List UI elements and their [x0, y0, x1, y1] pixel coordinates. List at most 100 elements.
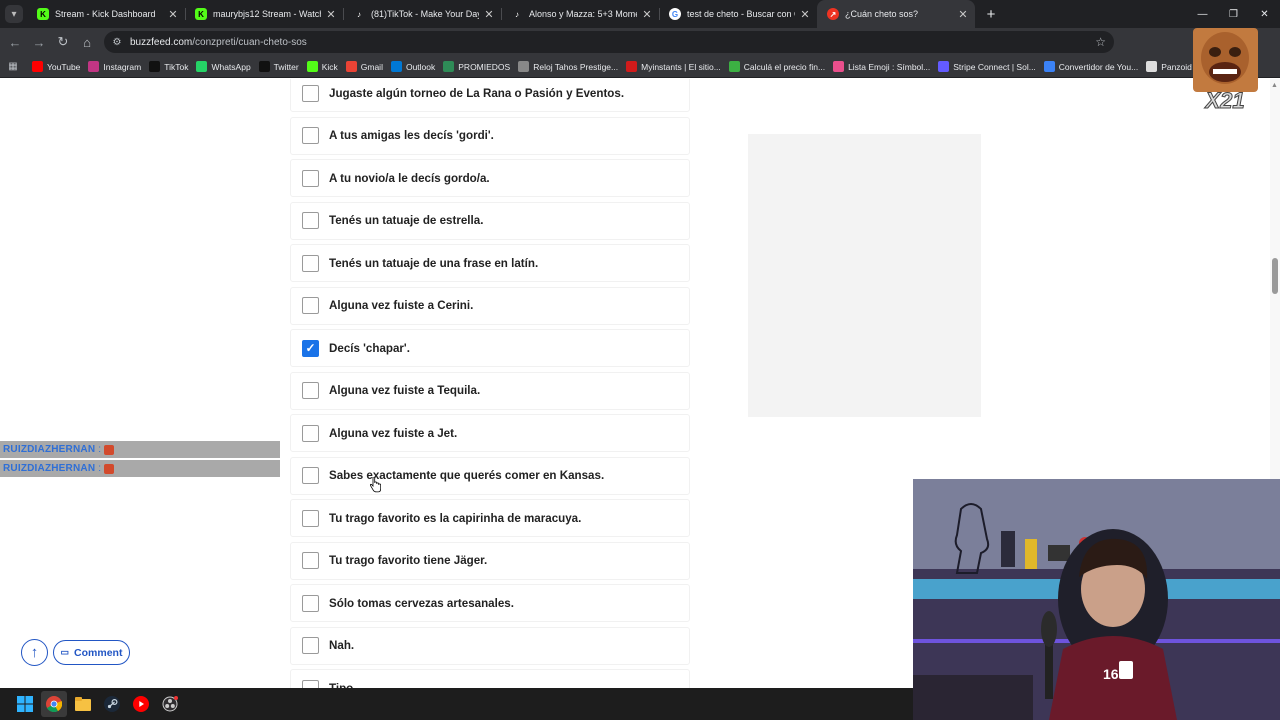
chat-message: RUIZDIAZHERNAN: — [0, 460, 280, 477]
bookmark-item[interactable]: WhatsApp — [196, 61, 251, 72]
quiz-option[interactable]: Nah. — [290, 626, 690, 665]
bookmark-item[interactable]: Gmail — [345, 61, 383, 72]
instagram-icon — [88, 61, 100, 72]
quiz-option[interactable]: Tenés un tatuaje de una frase en latín. — [290, 244, 690, 282]
browser-tab[interactable]: ↗ ¿Cuán cheto sos? ✕ — [817, 0, 975, 28]
tab-title: Alonso y Mazza: 5+3 Momentos — [529, 9, 637, 19]
bookmark-item[interactable]: Panzoid — [1146, 61, 1192, 72]
tiktok-icon: ♪ — [357, 9, 361, 19]
browser-tab[interactable]: ♪ (81)TikTok - Make Your Day ✕ — [343, 0, 501, 28]
bookmark-item[interactable]: Outlook — [390, 61, 436, 72]
close-tab-icon[interactable]: ✕ — [325, 8, 337, 21]
quiz-option[interactable]: Tenés un tatuaje de estrella. — [290, 201, 690, 240]
quiz-option[interactable]: A tu novio/a le decís gordo/a. — [290, 159, 690, 197]
window-controls: — ❐ ✕ — [1187, 0, 1280, 28]
bookmark-item[interactable]: Twitter — [258, 61, 299, 72]
checkbox[interactable] — [302, 297, 319, 314]
browser-tab[interactable]: K Stream - Kick Dashboard ✕ — [27, 0, 185, 28]
url-path: /conzpreti/cuan-cheto-sos — [192, 36, 307, 48]
bookmark-item[interactable]: Stripe Connect | Sol... — [938, 61, 1036, 72]
quiz-option[interactable]: Alguna vez fuiste a Jet. — [290, 414, 690, 452]
forward-icon[interactable]: → — [27, 30, 51, 54]
obs-icon[interactable] — [157, 691, 183, 717]
checkbox[interactable] — [302, 594, 319, 612]
quiz-option[interactable]: Alguna vez fuiste a Tequila. — [290, 371, 690, 410]
quiz-option[interactable]: Sabes exactamente que querés comer en Ka… — [290, 456, 690, 495]
bookmark-item[interactable]: PROMIEDOS — [443, 61, 510, 72]
close-tab-icon[interactable]: ✕ — [483, 8, 495, 21]
bookmark-item[interactable]: Instagram — [88, 61, 141, 72]
bookmark-item[interactable]: YouTube — [32, 61, 80, 72]
checkbox[interactable] — [302, 127, 319, 144]
quiz-option[interactable]: Sólo tomas cervezas artesanales. — [290, 584, 690, 622]
checkbox[interactable] — [302, 424, 319, 442]
close-tab-icon[interactable]: ✕ — [641, 8, 653, 21]
reload-icon[interactable]: ↻ — [51, 30, 75, 54]
close-tab-icon[interactable]: ✕ — [167, 8, 179, 21]
address-bar[interactable]: ⚙ buzzfeed.com/conzpreti/cuan-cheto-sos … — [104, 31, 1114, 53]
back-icon[interactable]: ← — [3, 30, 27, 54]
bookmark-item[interactable]: Kick — [306, 61, 338, 72]
quiz-option[interactable]: Tu trago favorito es la capirinha de mar… — [290, 499, 690, 537]
checkbox[interactable] — [302, 169, 319, 187]
tab-title: Stream - Kick Dashboard — [55, 9, 156, 19]
bookmark-item[interactable]: Lista Emoji : Símbol... — [833, 61, 930, 72]
browser-tab[interactable]: Gtest de cheto - Buscar con Google ✕ — [659, 0, 817, 28]
tab-search-icon[interactable]: ▾ — [5, 5, 23, 23]
close-tab-icon[interactable]: ✕ — [799, 8, 811, 21]
windows-start-icon[interactable] — [12, 691, 38, 717]
bookmark-item[interactable]: Myinstants | El sitio... — [626, 61, 721, 72]
checkbox[interactable] — [302, 552, 319, 569]
bookmark-label: Lista Emoji : Símbol... — [848, 61, 931, 72]
quiz-option[interactable]: Alguna vez fuiste a Cerini. — [290, 286, 690, 325]
browser-tab[interactable]: Kmaurybjs12 Stream - Watch Live ✕ — [185, 0, 343, 28]
minimize-icon[interactable]: — — [1187, 0, 1218, 28]
home-icon[interactable]: ⌂ — [75, 30, 99, 54]
close-tab-icon[interactable]: ✕ — [957, 8, 969, 21]
bookmark-item[interactable]: Reloj Tahos Prestige... — [518, 61, 618, 72]
checkbox[interactable] — [302, 382, 319, 399]
promiedos-icon — [443, 61, 455, 72]
bookmark-item[interactable]: TikTok — [149, 61, 188, 72]
steam-icon[interactable] — [99, 691, 125, 717]
checkbox[interactable] — [302, 467, 319, 484]
ad-placeholder — [748, 134, 981, 417]
new-tab-button[interactable]: + — [979, 2, 1003, 26]
browser-tab[interactable]: ♪ Alonso y Mazza: 5+3 Momentos ✕ — [501, 0, 659, 28]
close-window-icon[interactable]: ✕ — [1249, 0, 1280, 28]
quiz-option[interactable]: Tu trago favorito tiene Jäger. — [290, 541, 690, 580]
bookmark-star-icon[interactable]: ☆ — [1095, 35, 1106, 49]
checkbox-checked[interactable]: ✓ — [302, 339, 319, 357]
url-host: buzzfeed.com — [130, 36, 193, 48]
apps-grid-icon[interactable]: ▦ — [6, 60, 20, 74]
comment-button[interactable]: ▭ Comment — [53, 640, 130, 665]
checkbox[interactable] — [302, 84, 319, 102]
comment-icon: ▭ — [60, 647, 70, 657]
checkbox[interactable] — [302, 509, 319, 527]
site-info-icon[interactable]: ⚙ — [110, 35, 124, 49]
quiz-option-text: Decís 'chapar'. — [329, 341, 410, 355]
chrome-icon[interactable] — [41, 691, 67, 717]
quiz-option[interactable]: Tipo — [290, 669, 690, 688]
scrollbar-thumb[interactable] — [1272, 258, 1278, 294]
scroll-up-icon[interactable]: ▲ — [1271, 82, 1278, 89]
bookmark-item[interactable]: Calculá el precio fin... — [728, 61, 825, 72]
quiz-option[interactable]: A tus amigas les decís 'gordi'. — [290, 116, 690, 155]
scroll-to-top-button[interactable]: ↑ — [21, 639, 48, 666]
tab-title: (81)TikTok - Make Your Day — [371, 9, 479, 19]
arrow-up-icon: ↑ — [30, 644, 39, 661]
checkbox[interactable] — [302, 212, 319, 229]
quiz-option[interactable]: ✓ Decís 'chapar'. — [290, 329, 690, 367]
checkbox[interactable] — [302, 637, 319, 654]
checkbox[interactable] — [302, 679, 319, 688]
file-explorer-icon[interactable] — [70, 691, 96, 717]
bookmark-label: Outlook — [405, 61, 436, 72]
browser-toolbar: ← → ↻ ⌂ ⚙ buzzfeed.com/conzpreti/cuan-ch… — [0, 28, 1280, 76]
bookmark-item[interactable]: Convertidor de You... — [1043, 61, 1138, 72]
quiz-option-text: Tenés un tatuaje de una frase en latín. — [329, 256, 539, 270]
quiz-option-text: Alguna vez fuiste a Cerini. — [329, 299, 474, 312]
checkbox[interactable] — [302, 254, 319, 272]
restore-icon[interactable]: ❐ — [1218, 0, 1249, 28]
quiz-option[interactable]: Jugaste algún torneo de La Rana o Pasión… — [290, 79, 690, 112]
youtube-app-icon[interactable] — [128, 691, 154, 717]
